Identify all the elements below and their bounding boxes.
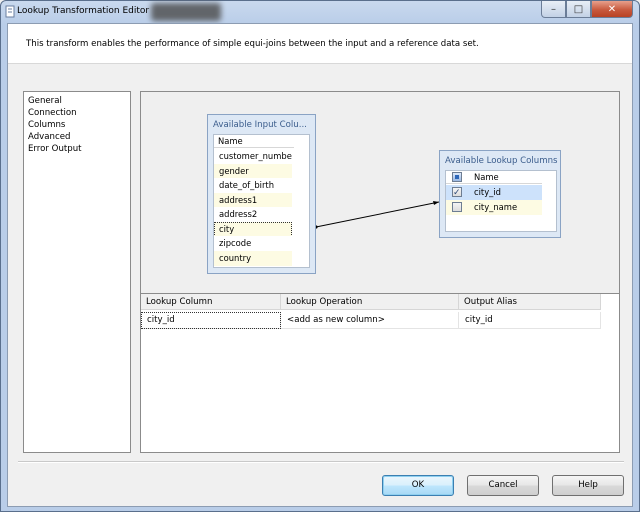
lookup-columns-grid[interactable]: Lookup Column Lookup Operation Output Al… — [140, 293, 620, 453]
available-input-columns-table[interactable]: Available Input Colu... Name customer_nu… — [207, 114, 316, 274]
nav-item-connection[interactable]: Connection — [28, 107, 77, 119]
description-band: This transform enables the performance o… — [8, 24, 632, 64]
lookup-column-label: city_id — [474, 187, 502, 197]
ok-button[interactable]: OK — [382, 475, 454, 496]
lookup-columns-name-header: Name — [446, 171, 542, 184]
input-column-city[interactable]: city — [214, 222, 292, 237]
description-text: This transform enables the performance o… — [26, 39, 479, 49]
input-column-date-of-birth[interactable]: date_of_birth — [214, 178, 292, 193]
nav-item-columns[interactable]: Columns — [28, 119, 65, 131]
input-column-gender[interactable]: gender — [214, 164, 292, 179]
input-column-address2[interactable]: address2 — [214, 207, 292, 222]
window-title: Lookup Transformation Editor — [17, 6, 150, 16]
grid-cell-lookup-operation[interactable]: <add as new column> — [281, 312, 459, 329]
close-icon: ✕ — [607, 3, 617, 15]
city-id-checkbox[interactable] — [452, 186, 462, 200]
help-button[interactable]: Help — [552, 475, 624, 496]
grid-header-lookup-column[interactable]: Lookup Column — [141, 294, 281, 310]
blurred-title-region — [151, 3, 221, 21]
window-controls: – □ ✕ — [541, 1, 633, 18]
lookup-column-city-name[interactable]: city_name — [446, 200, 542, 215]
input-column-zipcode[interactable]: zipcode — [214, 236, 292, 251]
select-all-checkbox[interactable] — [452, 172, 462, 182]
input-column-country[interactable]: country — [214, 251, 292, 266]
lookup-column-city-id[interactable]: city_id — [446, 185, 542, 200]
lookup-column-label: city_name — [474, 202, 518, 212]
minimize-button[interactable]: – — [541, 1, 566, 18]
title-bar[interactable]: Lookup Transformation Editor – □ ✕ — [1, 1, 639, 23]
lookup-columns-title: Available Lookup Columns — [445, 156, 558, 166]
available-lookup-columns-table[interactable]: Available Lookup Columns Name city_id ci… — [439, 150, 561, 238]
input-columns-title: Available Input Colu... — [213, 120, 307, 130]
nav-item-general[interactable]: General — [28, 95, 62, 107]
grid-header-lookup-operation[interactable]: Lookup Operation — [281, 294, 459, 310]
column-mapping-canvas[interactable]: Available Input Colu... Name customer_nu… — [140, 91, 620, 293]
footer-separator — [18, 461, 624, 463]
close-button[interactable]: ✕ — [591, 1, 633, 18]
city-name-checkbox[interactable] — [452, 202, 462, 212]
dialog-client-area: This transform enables the performance o… — [7, 23, 633, 507]
maximize-icon: □ — [573, 3, 584, 15]
input-columns-name-header: Name — [214, 135, 294, 148]
input-columns-list: Name customer_number gender date_of_birt… — [213, 134, 310, 268]
app-icon — [5, 5, 15, 18]
lookup-columns-list: Name city_id city_name — [445, 170, 557, 232]
lookup-columns-header-label: Name — [474, 172, 499, 182]
minimize-icon: – — [551, 3, 556, 15]
maximize-button[interactable]: □ — [566, 1, 591, 18]
dialog-window: Lookup Transformation Editor – □ ✕ This … — [0, 0, 640, 512]
input-column-address1[interactable]: address1 — [214, 193, 292, 208]
grid-cell-lookup-column[interactable]: city_id — [141, 312, 281, 329]
nav-item-advanced[interactable]: Advanced — [28, 131, 70, 143]
input-column-customer-number[interactable]: customer_number — [214, 149, 292, 164]
cancel-button[interactable]: Cancel — [467, 475, 539, 496]
grid-header-row: Lookup Column Lookup Operation Output Al… — [141, 294, 601, 310]
page-navigation-list[interactable]: General Connection Columns Advanced Erro… — [23, 91, 131, 453]
nav-item-error-output[interactable]: Error Output — [28, 143, 82, 155]
grid-cell-output-alias[interactable]: city_id — [459, 312, 601, 329]
grid-header-output-alias[interactable]: Output Alias — [459, 294, 601, 310]
